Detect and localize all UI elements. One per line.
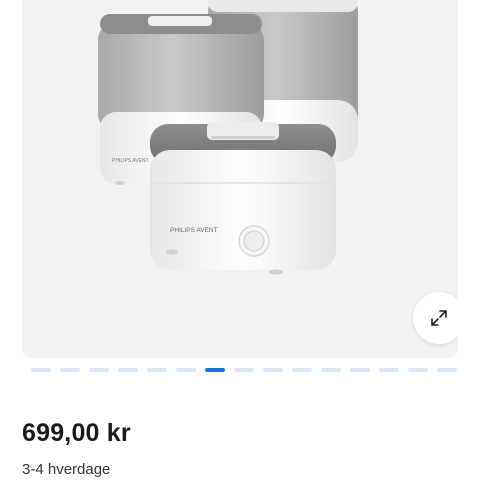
gallery-dot[interactable] <box>234 368 254 372</box>
svg-text:PHILIPS AVENT: PHILIPS AVENT <box>170 227 218 234</box>
gallery-dot[interactable] <box>292 368 312 372</box>
expand-image-button[interactable] <box>413 292 458 344</box>
gallery-dot[interactable] <box>263 368 283 372</box>
gallery-dot[interactable] <box>89 368 109 372</box>
expand-arrows-icon <box>431 310 447 326</box>
gallery-dot[interactable] <box>379 368 399 372</box>
gallery-dot[interactable] <box>408 368 428 372</box>
gallery-pagination <box>31 368 457 373</box>
gallery-dot[interactable] <box>118 368 138 372</box>
gallery-dot[interactable] <box>176 368 196 372</box>
product-image: PHILIPS AVENT PHILIPS AVENT <box>98 0 358 275</box>
gallery-dot[interactable] <box>437 368 457 372</box>
gallery-dot[interactable] <box>350 368 370 372</box>
gallery-dot[interactable] <box>60 368 80 372</box>
gallery-dot[interactable] <box>147 368 167 372</box>
product-image-gallery[interactable]: PHILIPS AVENT PHILIPS AVENT <box>22 0 458 358</box>
svg-text:PHILIPS AVENT: PHILIPS AVENT <box>112 158 149 164</box>
product-price: 699,00 kr <box>22 419 131 447</box>
gallery-dot-active[interactable] <box>205 368 225 372</box>
delivery-time: 3-4 hverdage <box>22 461 111 478</box>
gallery-dot[interactable] <box>31 368 51 372</box>
gallery-dot[interactable] <box>321 368 341 372</box>
